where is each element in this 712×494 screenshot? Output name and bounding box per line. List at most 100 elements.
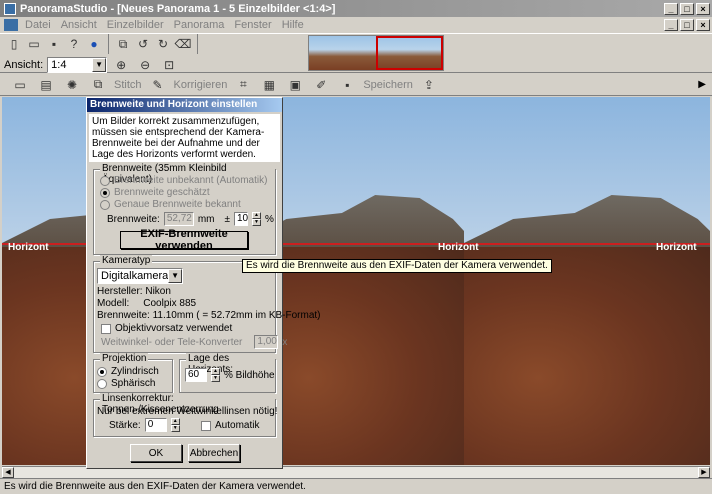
crop-icon[interactable]: ⌗	[235, 77, 251, 93]
doc-minimize-button[interactable]: _	[664, 19, 678, 31]
settings-icon[interactable]: ✺	[64, 77, 80, 93]
save-icon[interactable]: ▪	[339, 77, 355, 93]
scroll-right-icon[interactable]: ▶	[698, 467, 710, 478]
thumbnail[interactable]	[342, 36, 376, 70]
print-icon[interactable]: ▣	[287, 77, 303, 93]
menu-hilfe[interactable]: Hilfe	[277, 19, 309, 31]
horizon-label: Horizont	[8, 242, 49, 253]
chevron-down-icon: ▼	[168, 269, 182, 283]
view-select[interactable]: 1:4 ▼	[47, 57, 108, 73]
menu-einzelbilder[interactable]: Einzelbilder	[102, 19, 169, 31]
auto-check[interactable]: Automatik	[201, 420, 259, 431]
radio-auto[interactable]: Brennweite unbekannt (Automatik)	[100, 175, 267, 186]
radio-icon	[100, 199, 110, 210]
help-icon[interactable]: ●	[86, 36, 102, 52]
scroll-left-icon[interactable]: ◀	[2, 467, 14, 478]
model-row: Modell: Coolpix 885	[97, 298, 196, 309]
camera-select[interactable]: Digitalkamera ▼	[97, 268, 183, 284]
correct-label[interactable]: Korrigieren	[174, 79, 228, 91]
checkbox-icon	[101, 323, 111, 334]
tips-icon[interactable]: ?	[66, 36, 82, 52]
projection-group-label: Projektion	[100, 353, 149, 364]
strength-label: Stärke:	[109, 419, 141, 431]
doc-restore-button[interactable]: □	[680, 19, 694, 31]
radio-estimated[interactable]: Brennweite geschätzt	[100, 187, 210, 198]
tooltip: Es wird die Brennweite aus den EXIF-Date…	[242, 259, 552, 273]
save-disk-icon[interactable]: ▪	[46, 36, 62, 52]
minimize-button[interactable]: _	[664, 2, 678, 15]
focal-input[interactable]: 52,72	[163, 212, 194, 226]
menu-datei[interactable]: Datei	[20, 19, 56, 31]
converter-label: Weitwinkel- oder Tele-Konverter	[101, 336, 243, 348]
mdi-controls: _ □ ×	[664, 19, 712, 31]
auto-check-label: Automatik	[215, 420, 260, 431]
view-row: Ansicht: 1:4 ▼ ⊕ ⊖ ⊡	[4, 57, 179, 73]
chevron-right-icon[interactable]: ▶	[698, 79, 706, 90]
file-tools: ▯ ▭ ▪ ? ●	[0, 34, 109, 54]
document-icon[interactable]	[4, 19, 18, 31]
correct-icon[interactable]: ✎	[150, 77, 166, 93]
horizon-row: 60 ▲ ▼ % Bildhöhe	[185, 368, 275, 382]
menu-ansicht[interactable]: Ansicht	[56, 19, 102, 31]
chevron-down-icon: ▼	[92, 58, 107, 72]
tolerance-input[interactable]: 10	[233, 212, 248, 226]
horizon-label: Horizont	[656, 242, 697, 253]
menu-fenster[interactable]: Fenster	[229, 19, 276, 31]
focal-horizon-dialog: Brennweite und Horizont einstellen Um Bi…	[86, 97, 321, 469]
strength-row: Stärke: 0 ▲ ▼	[109, 418, 180, 432]
model-label: Modell:	[97, 298, 130, 309]
strength-input[interactable]: 0	[144, 418, 167, 432]
zoom-out-icon[interactable]: ⊖	[137, 57, 153, 73]
horizon-label: Horizont	[438, 242, 479, 253]
rotate-right-icon[interactable]: ↻	[155, 36, 171, 52]
stitch-label[interactable]: Stitch	[114, 79, 142, 91]
cancel-button[interactable]: Abbrechen	[188, 444, 240, 462]
radio-cylindrical[interactable]: Zylindrisch	[97, 366, 159, 377]
strength-spinner[interactable]: ▲ ▼	[170, 418, 180, 432]
maker-text: Hersteller: Nikon	[97, 286, 171, 297]
plus-minus: ±	[224, 213, 230, 225]
publish-icon[interactable]: ⇪	[421, 77, 437, 93]
ok-button[interactable]: OK	[130, 444, 182, 462]
layout-icon[interactable]: ▤	[38, 77, 54, 93]
exif-focal-button[interactable]: EXIF-Brennweite verwenden	[120, 228, 248, 252]
stitch-icon[interactable]: ⧉	[90, 77, 106, 93]
horizon-input[interactable]: 60	[185, 368, 207, 382]
radio-spherical[interactable]: Sphärisch	[97, 378, 155, 389]
focal-row: Brennweite: 52,72 mm ± 10 ▲ ▼ %	[107, 212, 274, 226]
zoom-in-icon[interactable]: ⊕	[113, 57, 129, 73]
add-image-icon[interactable]: ⧉	[115, 36, 131, 52]
radio-icon	[100, 175, 110, 186]
delete-image-icon[interactable]: ⌫	[175, 36, 192, 52]
menu-bar: Datei Ansicht Einzelbilder Panorama Fens…	[0, 17, 712, 33]
view-value: 1:4	[51, 59, 67, 71]
thumbnail-selected[interactable]	[376, 36, 443, 70]
save-label[interactable]: Speichern	[363, 79, 413, 91]
radio-exact[interactable]: Genaue Brennweite bekannt	[100, 199, 241, 210]
open-folder-icon[interactable]: ▭	[26, 36, 42, 52]
close-button[interactable]: ×	[696, 2, 710, 15]
horizon-spinner[interactable]: ▲ ▼	[211, 368, 220, 382]
proj-cyl-label: Zylindrisch	[111, 366, 159, 377]
terrain	[464, 247, 710, 465]
zoom-fit-icon[interactable]: ⊡	[161, 57, 177, 73]
thumbnail-strip	[308, 35, 444, 71]
menu-panorama[interactable]: Panorama	[169, 19, 230, 31]
converter-input[interactable]: 1,00	[254, 335, 279, 349]
panorama-toolbar: ▭ ▤ ✺ ⧉ Stitch ✎ Korrigieren ⌗ ▦ ▣ ✐ ▪ S…	[0, 74, 712, 96]
focal-label: Brennweite:	[107, 213, 160, 225]
lens-attachment-check[interactable]: Objektivvorsatz verwendet	[101, 323, 232, 334]
open-icon[interactable]: ▭	[12, 77, 28, 93]
rotate-left-icon[interactable]: ↺	[135, 36, 151, 52]
tolerance-spinner[interactable]: ▲ ▼	[251, 212, 261, 226]
doc-close-button[interactable]: ×	[696, 19, 710, 31]
new-file-icon[interactable]: ▯	[6, 36, 22, 52]
radio-icon	[97, 378, 107, 389]
maximize-button[interactable]: □	[680, 2, 694, 15]
view-label: Ansicht:	[4, 59, 44, 71]
focal-unit: mm	[197, 213, 215, 225]
thumbnail[interactable]	[309, 36, 343, 70]
edit-icon[interactable]: ✐	[313, 77, 329, 93]
export-icon[interactable]: ▦	[261, 77, 277, 93]
radio-icon	[100, 187, 110, 198]
